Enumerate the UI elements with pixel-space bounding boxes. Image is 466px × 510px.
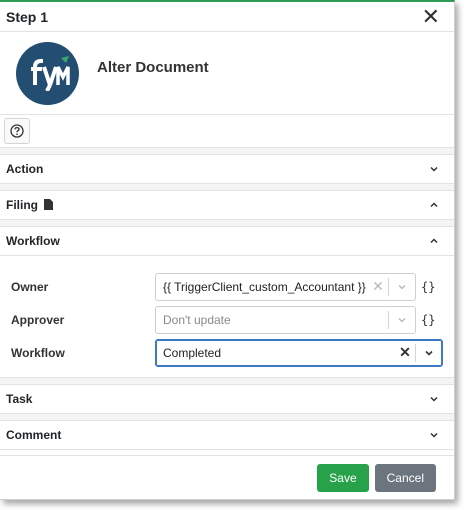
owner-row: Owner {{ TriggerClient_custom_Accountant… xyxy=(0,270,454,303)
modal-title: Step 1 xyxy=(6,8,49,25)
workflow-select[interactable]: Completed ✕ xyxy=(155,338,443,367)
app-header: Alter Document xyxy=(0,32,454,115)
approver-select[interactable]: Don't update xyxy=(155,305,416,334)
chevron-down-icon xyxy=(398,317,406,323)
app-logo xyxy=(16,41,79,105)
help-row xyxy=(0,115,454,148)
approver-label: Approver xyxy=(11,312,65,327)
workflow-form: Owner {{ TriggerClient_custom_Accountant… xyxy=(0,256,454,378)
modal-header: Step 1 ✕ xyxy=(0,2,454,32)
save-button[interactable]: Save xyxy=(317,463,369,492)
section-filing-header[interactable]: Filing xyxy=(0,190,454,220)
section-task-header[interactable]: Task xyxy=(0,384,454,414)
approver-dropdown-toggle[interactable] xyxy=(389,314,415,326)
owner-label: Owner xyxy=(11,279,49,294)
chevron-down-icon xyxy=(430,166,438,172)
approver-row: Approver Don't update {} xyxy=(0,303,454,336)
owner-value: {{ TriggerClient_custom_Accountant }} xyxy=(163,279,366,294)
help-button[interactable] xyxy=(4,118,30,144)
clear-icon[interactable]: ✕ xyxy=(368,278,388,295)
approver-variable-button[interactable]: {} xyxy=(421,313,435,327)
owner-variable-button[interactable]: {} xyxy=(421,280,435,294)
section-action-label: Action xyxy=(6,162,44,176)
document-icon xyxy=(44,199,54,210)
workflow-dropdown-toggle[interactable] xyxy=(416,347,442,359)
section-comment-header[interactable]: Comment xyxy=(0,420,454,450)
chevron-down-icon xyxy=(430,432,438,438)
owner-dropdown-toggle[interactable] xyxy=(389,281,415,293)
clear-icon[interactable]: ✕ xyxy=(395,344,415,361)
help-icon xyxy=(10,124,24,138)
section-filing-label: Filing xyxy=(6,198,38,212)
section-workflow-header[interactable]: Workflow xyxy=(0,226,454,256)
workflow-value: Completed xyxy=(163,345,222,360)
section-task-label: Task xyxy=(6,392,33,406)
app-name: Alter Document xyxy=(97,58,209,76)
chevron-down-icon xyxy=(398,284,406,290)
workflow-row: Workflow Completed ✕ xyxy=(0,336,454,369)
step-modal: Step 1 ✕ Alter Document Action Filing Wo… xyxy=(0,0,455,500)
section-comment-label: Comment xyxy=(6,428,62,442)
chevron-up-icon xyxy=(430,238,438,244)
section-workflow-label: Workflow xyxy=(6,234,60,248)
cancel-button[interactable]: Cancel xyxy=(374,463,436,492)
workflow-label: Workflow xyxy=(11,345,65,360)
chevron-up-icon xyxy=(430,202,438,208)
chevron-down-icon xyxy=(430,396,438,402)
modal-footer: Save Cancel xyxy=(0,455,454,499)
approver-placeholder: Don't update xyxy=(163,312,231,327)
owner-select[interactable]: {{ TriggerClient_custom_Accountant }} ✕ xyxy=(155,272,416,301)
section-filing-title: Filing xyxy=(6,198,54,212)
close-icon[interactable]: ✕ xyxy=(422,5,440,28)
section-action-header[interactable]: Action xyxy=(0,154,454,184)
chevron-down-icon xyxy=(425,350,433,356)
